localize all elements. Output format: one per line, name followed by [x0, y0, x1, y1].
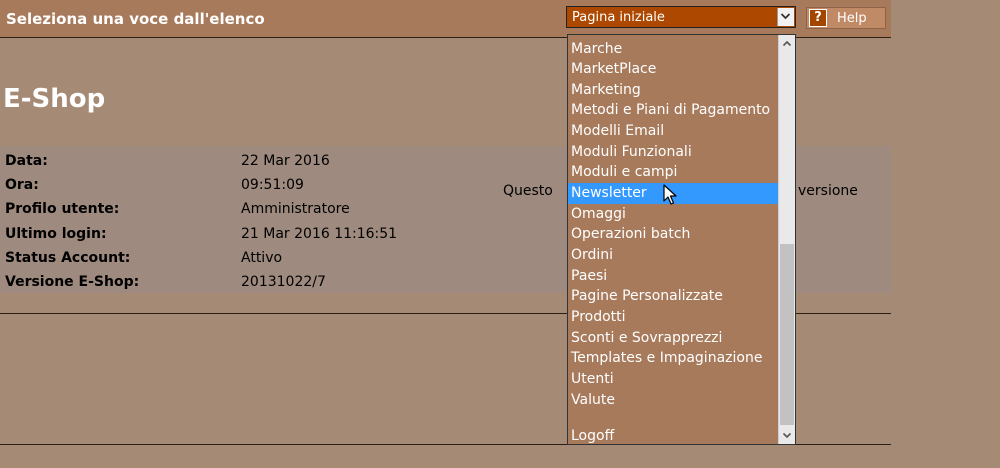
dropdown-item-moduli-campi[interactable]: Moduli e campi [568, 162, 779, 183]
info-value: Amministratore [241, 201, 350, 217]
help-label: Help [837, 11, 867, 26]
info-value: Attivo [241, 250, 283, 266]
chevron-down-icon[interactable] [777, 8, 794, 26]
dropdown-item-modelli-email[interactable]: Modelli Email [568, 121, 779, 142]
dropdown-item-ordini[interactable]: Ordini [568, 245, 779, 266]
info-label: Versione E-Shop: [5, 274, 140, 290]
dropdown-item-omaggi[interactable]: Omaggi [568, 204, 779, 225]
dropdown-item-pagine-personalizzate[interactable]: Pagine Personalizzate [568, 286, 779, 307]
dropdown-item-sconti[interactable]: Sconti e Sovrapprezzi [568, 328, 779, 349]
scrollbar-thumb[interactable] [780, 244, 794, 425]
info-label: Status Account: [5, 250, 131, 266]
info-label: Ultimo login: [5, 226, 107, 242]
info-label: Data: [5, 153, 48, 169]
mouse-pointer-icon [663, 184, 679, 206]
info-value: 09:51:09 [241, 177, 304, 193]
chevron-down-icon[interactable] [779, 427, 795, 444]
question-mark-icon: ? [809, 9, 827, 27]
info-value: 20131022/7 [241, 274, 326, 290]
dropdown-item-metodi-pagamento[interactable]: Metodi e Piani di Pagamento [568, 100, 779, 121]
page-select-value: Pagina iniziale [572, 10, 665, 25]
topbar-title: Seleziona una voce dall'elenco [6, 10, 265, 28]
dropdown-item-paesi[interactable]: Paesi [568, 266, 779, 287]
page-title: E-Shop [3, 84, 106, 114]
info-value: 22 Mar 2016 [241, 153, 330, 169]
chevron-up-icon[interactable] [779, 35, 795, 52]
page-select[interactable]: Pagina iniziale [566, 6, 796, 28]
info-label: Profilo utente: [5, 201, 120, 217]
help-button[interactable]: ? Help [806, 7, 886, 29]
dropdown-item-prodotti[interactable]: Prodotti [568, 307, 779, 328]
info-text-right: versione [798, 183, 858, 199]
dropdown-scrollbar[interactable] [778, 35, 795, 444]
top-bar: Seleziona una voce dall'elenco Pagina in… [0, 0, 891, 38]
dropdown-item-utenti[interactable]: Utenti [568, 369, 779, 390]
dropdown-item-operazioni-batch[interactable]: Operazioni batch [568, 224, 779, 245]
dropdown-item-moduli-funzionali[interactable]: Moduli Funzionali [568, 142, 779, 163]
page-select-dropdown[interactable]: Marche MarketPlace Marketing Metodi e Pi… [567, 34, 796, 445]
dropdown-item-logoff[interactable]: Logoff [568, 426, 779, 444]
dropdown-item-marketing[interactable]: Marketing [568, 80, 779, 101]
info-label: Ora: [5, 177, 39, 193]
dropdown-item-marketplace[interactable]: MarketPlace [568, 59, 779, 80]
info-text-left: Questo [503, 183, 553, 199]
dropdown-item-separator[interactable] [568, 407, 779, 428]
info-value: 21 Mar 2016 11:16:51 [241, 226, 398, 242]
dropdown-item-templates[interactable]: Templates e Impaginazione [568, 348, 779, 369]
dropdown-item-marche[interactable]: Marche [568, 39, 779, 60]
